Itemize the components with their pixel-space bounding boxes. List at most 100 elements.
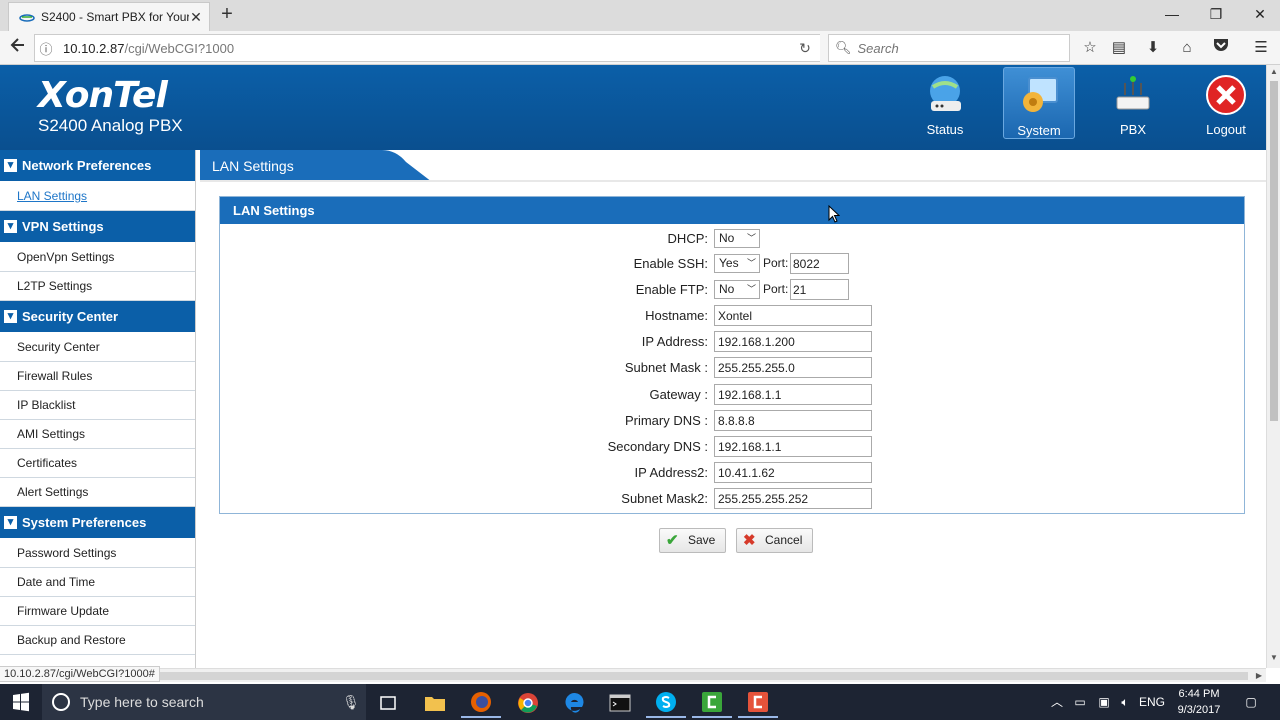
pocket-icon[interactable] [1210,37,1232,59]
dhcp-select[interactable]: No ﹀ [714,229,760,248]
ssh-port-input[interactable] [790,253,849,274]
mask2-row: Subnet Mask2: [220,488,1244,510]
firefox-icon[interactable] [461,688,501,718]
vertical-scroll-thumb[interactable] [1270,81,1278,421]
taskbar-clock[interactable]: 6:44 PM 9/3/2017 [1170,686,1228,718]
edge-icon[interactable] [554,688,594,718]
microphone-icon[interactable]: 🎙︎ [336,694,366,711]
url-text[interactable]: 10.10.2.87/cgi/WebCGI?1000 [57,41,790,56]
task-view-icon[interactable] [368,688,408,718]
downloads-icon[interactable]: ⬇ [1142,37,1164,59]
nav-pbx[interactable]: PBX [1097,67,1169,139]
sidebar-item-date-time[interactable]: Date and Time [0,568,195,597]
sidebar-item-openvpn[interactable]: OpenVpn Settings [0,243,195,272]
sidebar-section-vpn[interactable]: ▾ VPN Settings [0,211,195,243]
vertical-scrollbar[interactable]: ▲ ▼ [1266,65,1280,668]
sidebar-item-ami[interactable]: AMI Settings [0,420,195,449]
scroll-up-icon[interactable]: ▲ [1267,67,1280,76]
ip2-row: IP Address2: [220,462,1244,484]
gateway-input[interactable] [714,384,872,405]
search-input[interactable] [857,40,1058,56]
bookmark-star-icon[interactable]: ☆ [1079,37,1101,59]
info-icon[interactable]: ⓘ [35,39,57,58]
command-prompt-icon[interactable] [600,688,640,718]
cancel-button[interactable]: ✖ Cancel [736,528,814,553]
windows-start-button[interactable] [0,684,42,720]
file-explorer-icon[interactable] [415,688,455,718]
mask-label: Subnet Mask : [624,360,708,375]
close-window-button[interactable]: ✕ [1238,0,1280,28]
sidebar-section-security[interactable]: ▾ Security Center [0,301,195,333]
subnet-mask2-input[interactable] [714,488,872,509]
reading-list-icon[interactable]: ▤ [1108,37,1130,59]
ssh-select[interactable]: Yes ﹀ [714,254,760,273]
secondary-dns-input[interactable] [714,436,872,457]
sidebar-section-system[interactable]: ▾ System Preferences [0,507,195,539]
notification-icon[interactable]: ▢ [1240,684,1262,720]
search-box[interactable]: 🔍︎ [828,34,1070,62]
sidebar-section-network[interactable]: ▾ Network Preferences [0,150,195,182]
chrome-icon[interactable] [508,688,548,718]
sidebar-item-firewall[interactable]: Firewall Rules [0,362,195,391]
ssh-label: Enable SSH: [633,256,708,271]
hostname-label: Hostname: [645,308,708,323]
sidebar-item-backup[interactable]: Backup and Restore [0,626,195,655]
new-tab-button[interactable]: + [216,4,238,26]
ip-address2-input[interactable] [714,462,872,483]
nav-system[interactable]: System [1003,67,1075,139]
ftp-select[interactable]: No ﹀ [714,280,760,299]
nav-logout[interactable]: Logout [1190,67,1262,139]
horizontal-scroll-thumb[interactable] [158,672,1248,680]
tab-close-icon[interactable]: ✕ [189,9,203,26]
camtasia-icon[interactable] [692,688,732,718]
menu-icon[interactable]: ☰ [1250,37,1272,59]
browser-tab[interactable]: S2400 - Smart PBX for Your B ✕ [8,2,210,31]
nav-pbx-label: PBX [1119,122,1146,137]
hostname-input[interactable] [714,305,872,326]
taskbar: Type here to search 🎙︎ ︿ ▭ ▣ 🔈︎ ENG 6:44… [0,684,1280,720]
gateway-label: Gateway : [649,387,708,402]
scroll-down-icon[interactable]: ▼ [1267,653,1280,662]
primary-dns-input[interactable] [714,410,872,431]
sidebar-item-ip-blacklist[interactable]: IP Blacklist [0,391,195,420]
battery-icon[interactable]: ▭ [1070,684,1090,720]
url-bar[interactable]: ⓘ 10.10.2.87/cgi/WebCGI?1000 ↻ [34,34,820,62]
input-language[interactable]: ENG [1138,684,1166,720]
sidebar-item-alert[interactable]: Alert Settings [0,478,195,507]
sidebar-item-lan-settings[interactable]: LAN Settings [0,182,195,211]
nav-status[interactable]: Status [909,67,981,139]
save-button[interactable]: ✔ Save [659,528,727,553]
restore-button[interactable]: ❐ [1194,0,1238,28]
primary-dns-label: Primary DNS : [624,413,708,428]
sidebar-item-l2tp[interactable]: L2TP Settings [0,272,195,301]
taskbar-search-placeholder: Type here to search [80,694,204,710]
cross-icon: ✖ [743,532,756,549]
gateway-row: Gateway : [220,384,1244,406]
clock-date: 9/3/2017 [1177,704,1221,716]
sidebar-item-firmware[interactable]: Firmware Update [0,597,195,626]
reload-icon[interactable]: ↻ [790,40,820,57]
secondary-dns-label: Secondary DNS : [607,439,708,454]
skype-icon[interactable] [646,688,686,718]
ssh-port-label: Port: [763,256,789,270]
minimize-button[interactable]: — [1150,0,1194,28]
camtasia-recorder-icon[interactable] [738,688,778,718]
ip-address-input[interactable] [714,331,872,352]
taskbar-search[interactable]: Type here to search 🎙︎ [42,684,366,720]
dhcp-row: DHCP: No ﹀ [220,228,1244,250]
home-icon[interactable]: ⌂ [1176,37,1198,59]
subnet-mask-input[interactable] [714,357,872,378]
sidebar-item-password[interactable]: Password Settings [0,539,195,568]
show-hidden-icons-icon[interactable]: ︿ [1048,684,1066,720]
network-icon[interactable]: ▣ [1094,684,1114,720]
scroll-right-icon[interactable]: ▶ [1256,669,1262,683]
checkmark-icon: ✔ [666,532,679,549]
back-icon[interactable] [6,36,30,60]
sidebar-item-certificates[interactable]: Certificates [0,449,195,478]
sidebar-item-security-center[interactable]: Security Center [0,333,195,362]
ftp-port-input[interactable] [790,279,849,300]
horizontal-scrollbar[interactable]: ▶ [0,668,1266,682]
ip-row: IP Address: [220,331,1244,353]
logout-icon [1206,75,1246,115]
volume-icon[interactable]: 🔈︎ [1116,684,1134,720]
